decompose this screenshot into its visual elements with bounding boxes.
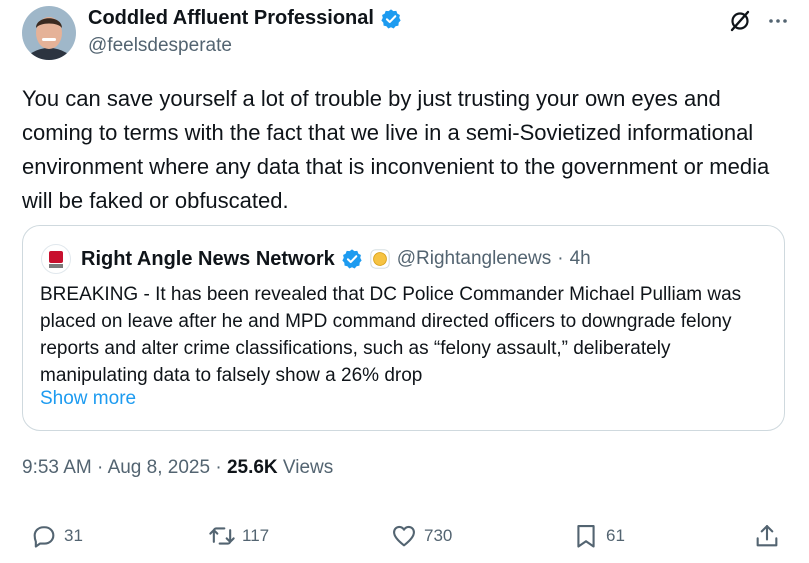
retweet-icon bbox=[209, 527, 235, 545]
bookmark-count: 61 bbox=[606, 526, 625, 545]
views-count: 25.6K bbox=[226, 457, 278, 478]
meta-separator-1: · bbox=[97, 457, 104, 478]
bookmark-button[interactable]: 61 bbox=[572, 522, 625, 550]
meta-separator-2: · bbox=[215, 457, 222, 478]
more-icon[interactable] bbox=[765, 8, 791, 34]
share-icon bbox=[756, 525, 778, 547]
tweet-top-actions bbox=[727, 8, 791, 34]
tweet-text: You can save yourself a lot of trouble b… bbox=[22, 86, 770, 213]
quoted-author-avatar[interactable] bbox=[41, 244, 71, 274]
show-more-link[interactable]: Show more bbox=[40, 388, 136, 410]
author-name-row: Coddled Affluent Professional bbox=[88, 7, 402, 30]
quoted-tweet-card[interactable]: Right Angle News Network @Rightanglenews… bbox=[22, 225, 785, 431]
reply-count: 31 bbox=[64, 526, 83, 545]
tweet-time[interactable]: 9:53 AM bbox=[22, 457, 92, 478]
quoted-author-handle[interactable]: @Rightanglenews bbox=[397, 248, 552, 270]
retweet-button[interactable]: 117 bbox=[208, 522, 269, 550]
bookmark-icon bbox=[577, 525, 595, 548]
retweet-count: 117 bbox=[242, 526, 270, 545]
quoted-author-name[interactable]: Right Angle News Network bbox=[81, 248, 335, 271]
affiliation-badge-icon[interactable] bbox=[369, 248, 391, 270]
like-count: 730 bbox=[424, 526, 453, 545]
tweet-action-bar: 31 117 730 61 bbox=[0, 522, 809, 556]
verified-badge-icon[interactable] bbox=[380, 8, 402, 30]
quoted-tweet-time[interactable]: 4h bbox=[570, 248, 591, 270]
quoted-meta-separator: · bbox=[557, 248, 564, 269]
author-handle[interactable]: @feelsdesperate bbox=[88, 35, 232, 57]
grok-icon[interactable] bbox=[727, 8, 753, 34]
reply-icon bbox=[33, 526, 55, 548]
quoted-tweet-header: Right Angle News Network @Rightanglenews… bbox=[41, 244, 591, 274]
reply-button[interactable]: 31 bbox=[30, 522, 83, 550]
like-button[interactable]: 730 bbox=[390, 522, 452, 550]
author-avatar[interactable] bbox=[22, 6, 76, 60]
share-button[interactable] bbox=[753, 522, 781, 550]
heart-icon bbox=[393, 525, 415, 547]
tweet-date[interactable]: Aug 8, 2025 bbox=[108, 457, 210, 478]
quoted-tweet-text: BREAKING - It has been revealed that DC … bbox=[40, 284, 742, 386]
tweet-meta-row: 9:53 AM · Aug 8, 2025 · 25.6K Views bbox=[22, 457, 333, 479]
author-display-name[interactable]: Coddled Affluent Professional bbox=[88, 7, 374, 30]
views-label: Views bbox=[282, 457, 334, 478]
quoted-verified-badge-icon[interactable] bbox=[341, 248, 363, 270]
